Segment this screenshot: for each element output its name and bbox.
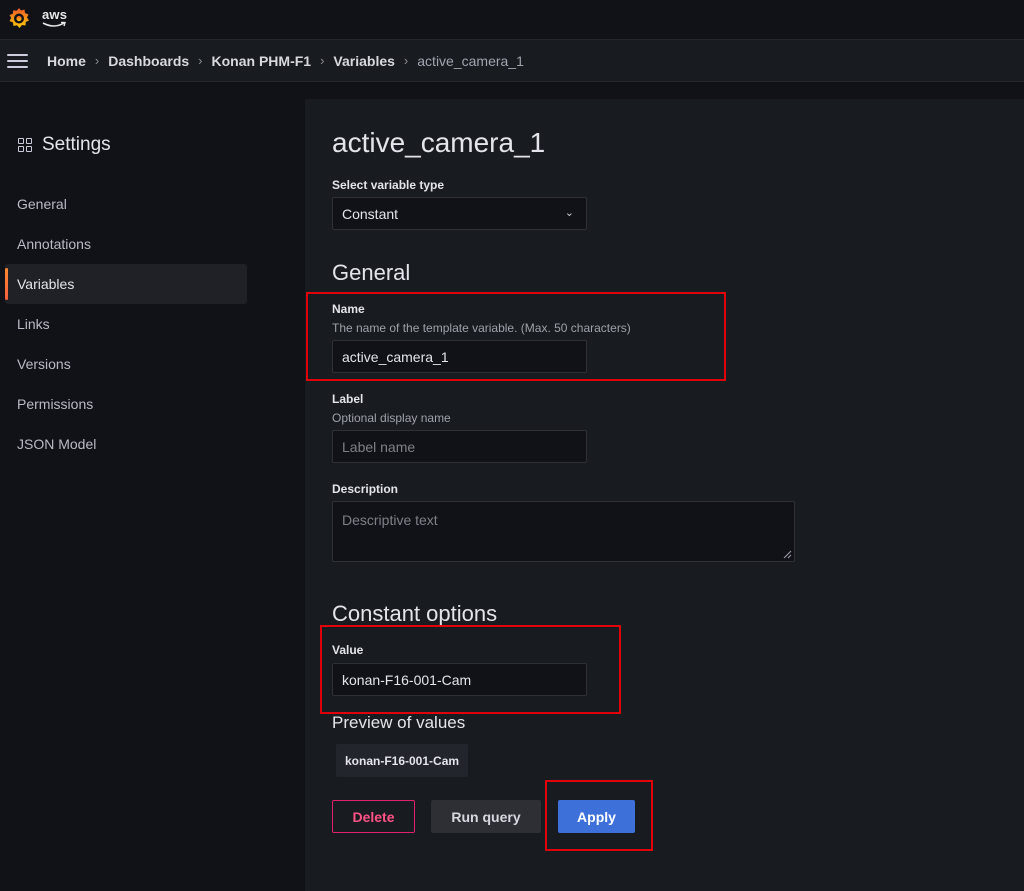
sidebar-item-json-model[interactable]: JSON Model: [5, 424, 247, 464]
apps-grid-icon: [18, 138, 32, 152]
breadcrumb-dashboards[interactable]: Dashboards: [108, 53, 189, 69]
constant-value: konan-F16-001-Cam: [342, 671, 472, 688]
label-input[interactable]: Label name: [332, 430, 587, 463]
preview-heading: Preview of values: [332, 713, 466, 732]
aws-logo: aws: [42, 6, 68, 27]
variable-type-label: Select variable type: [332, 178, 445, 192]
menu-toggle-icon[interactable]: [7, 53, 29, 69]
description-label: Description: [332, 482, 399, 496]
page-title: active_camera_1: [332, 127, 546, 158]
delete-button[interactable]: Delete: [332, 800, 415, 833]
name-input[interactable]: active_camera_1: [332, 340, 587, 373]
top-bar: aws: [0, 0, 1024, 40]
variable-type-select[interactable]: Constant ⌄: [332, 197, 587, 230]
sidebar-item-variables[interactable]: Variables: [5, 264, 247, 304]
settings-sidebar: Settings General Annotations Variables L…: [0, 82, 305, 891]
sidebar-item-links[interactable]: Links: [5, 304, 247, 344]
settings-heading: Settings: [18, 134, 111, 156]
resize-handle-icon[interactable]: [783, 550, 792, 559]
general-heading: General: [332, 260, 411, 285]
name-label: Name: [332, 302, 365, 316]
settings-menu: General Annotations Variables Links Vers…: [5, 184, 247, 464]
breadcrumb-dashboard[interactable]: Konan PHM-F1: [212, 53, 312, 69]
grafana-logo-icon[interactable]: [6, 5, 32, 31]
aws-logo-text: aws: [42, 7, 68, 22]
chevron-right-icon: ›: [320, 53, 325, 68]
chevron-right-icon: ›: [94, 53, 100, 68]
preview-value: konan-F16-001-Cam: [345, 753, 460, 768]
constant-value-input[interactable]: konan-F16-001-Cam: [332, 663, 587, 696]
sidebar-item-general[interactable]: General: [5, 184, 247, 224]
chevron-right-icon: ›: [198, 53, 203, 68]
navigation-bar: Home › Dashboards › Konan PHM-F1 › Varia…: [0, 40, 1024, 82]
breadcrumb-current: active_camera_1: [417, 52, 524, 69]
variable-editor: active_camera_1 Select variable type Con…: [305, 99, 1024, 891]
sidebar-item-annotations[interactable]: Annotations: [5, 224, 247, 264]
label-input-placeholder: Label name: [342, 438, 416, 455]
variable-type-value: Constant: [342, 205, 399, 222]
description-placeholder: Descriptive text: [342, 512, 438, 528]
description-textarea[interactable]: Descriptive text: [332, 501, 795, 562]
name-input-value: active_camera_1: [342, 348, 449, 365]
value-label: Value: [332, 643, 364, 657]
sidebar-item-versions[interactable]: Versions: [5, 344, 247, 384]
breadcrumb-home[interactable]: Home: [47, 53, 86, 69]
constant-options-heading: Constant options: [332, 601, 498, 626]
settings-title: Settings: [42, 134, 111, 155]
label-field-description: Optional display name: [332, 411, 451, 425]
breadcrumb-variables[interactable]: Variables: [333, 53, 395, 69]
name-description: The name of the template variable. (Max.…: [332, 321, 631, 335]
sidebar-item-permissions[interactable]: Permissions: [5, 384, 247, 424]
aws-smile-icon: [42, 21, 66, 27]
breadcrumb: Home › Dashboards › Konan PHM-F1 › Varia…: [47, 53, 524, 69]
chevron-right-icon: ›: [403, 53, 409, 68]
chevron-down-icon: ⌄: [564, 207, 574, 219]
run-query-button[interactable]: Run query: [431, 800, 541, 833]
apply-button[interactable]: Apply: [558, 800, 635, 833]
preview-value-chip: konan-F16-001-Cam: [336, 744, 469, 777]
label-field-label: Label: [332, 392, 364, 406]
